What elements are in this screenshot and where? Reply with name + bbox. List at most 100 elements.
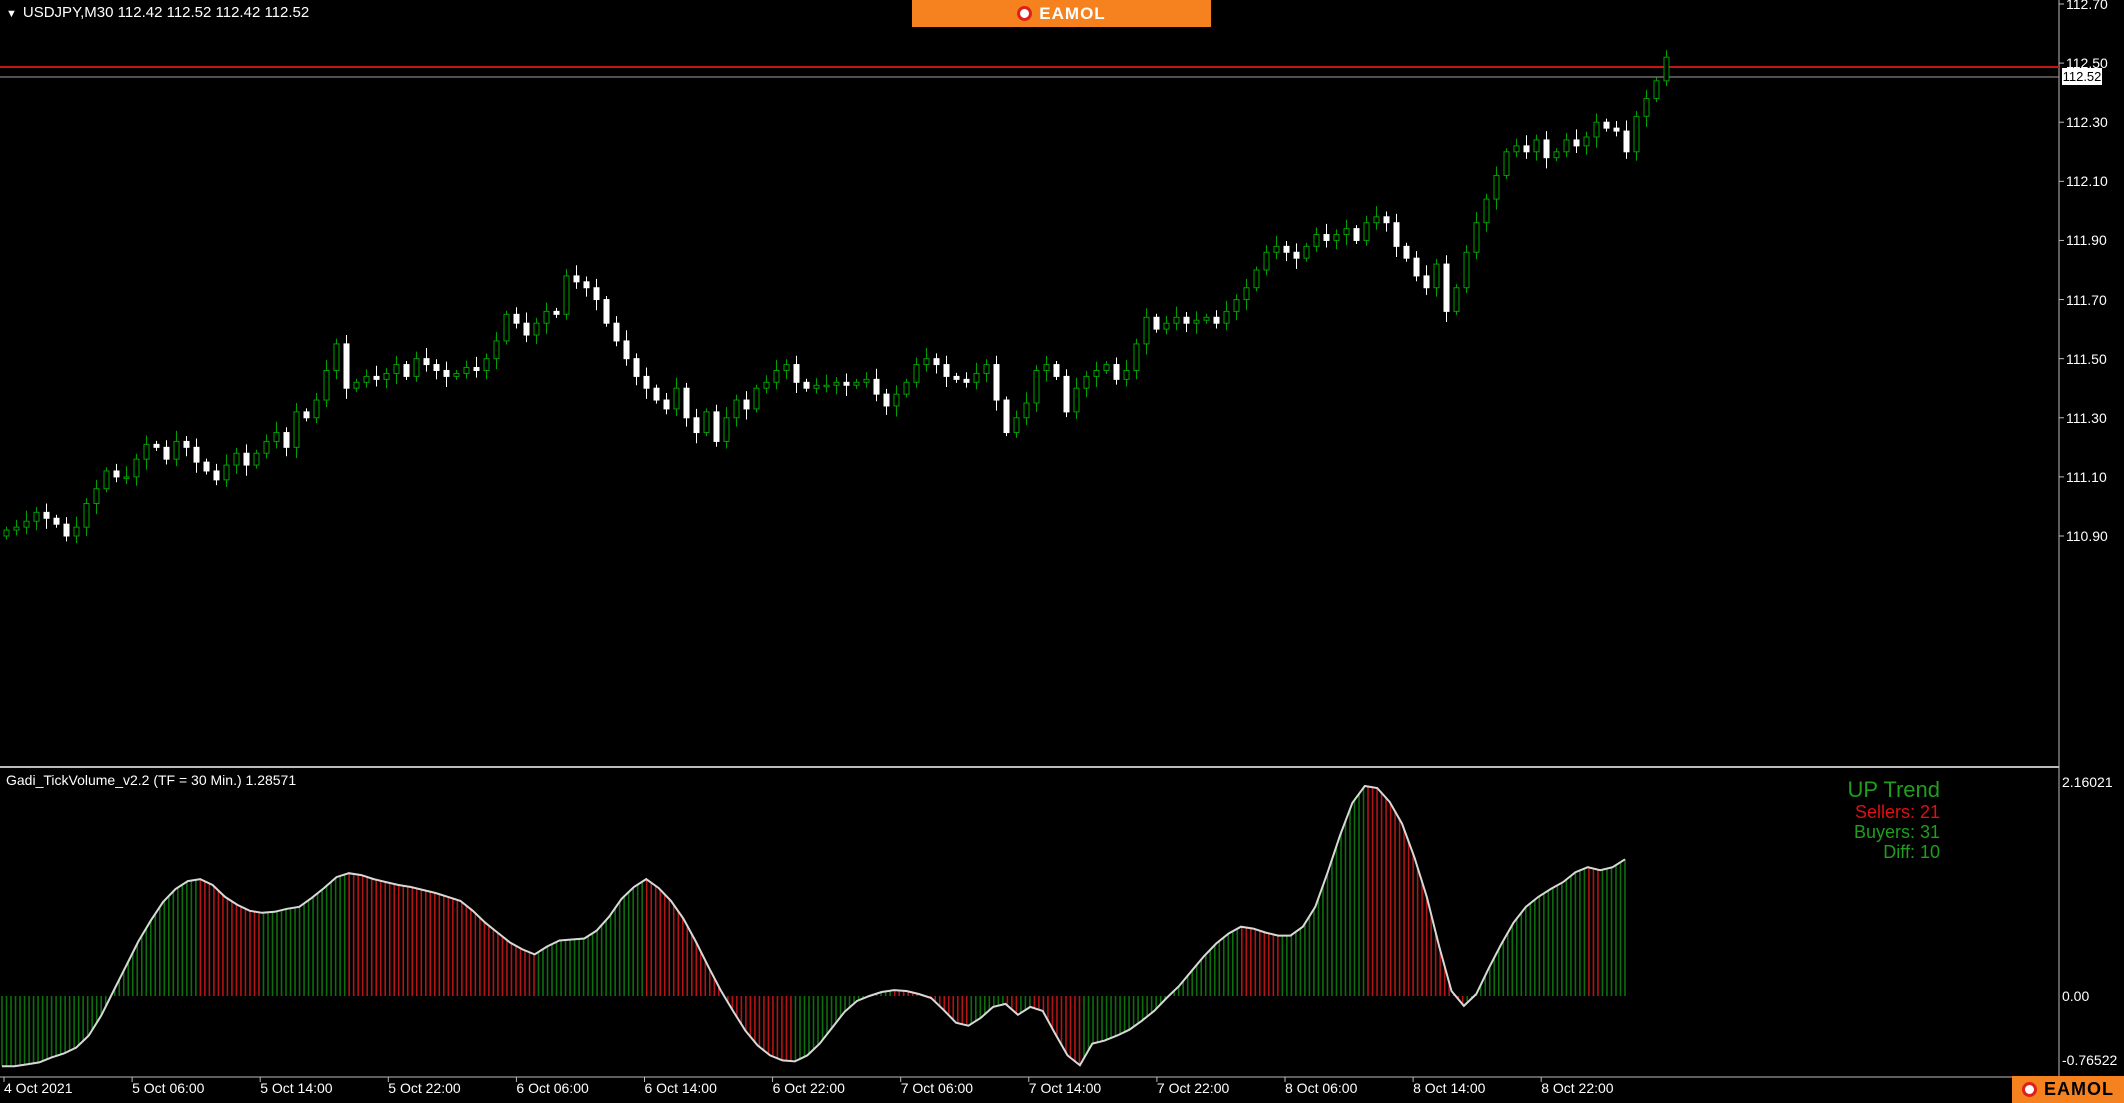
candle-body <box>963 378 970 383</box>
candle-body <box>113 470 120 478</box>
candle-body <box>683 387 690 419</box>
price-axis-label: 111.70 <box>2066 291 2107 308</box>
candle-body <box>983 364 990 374</box>
candle-body <box>443 369 450 377</box>
candle-body <box>783 364 790 371</box>
candle-body <box>1253 269 1260 289</box>
candle-body <box>1353 228 1360 241</box>
candle-body <box>543 310 550 324</box>
candle-body <box>63 523 70 537</box>
trend-panel: UP Trend Sellers: 21 Buyers: 31 Diff: 10 <box>1847 777 1940 863</box>
candle-body <box>1623 130 1630 153</box>
candle-body <box>1363 222 1370 241</box>
time-axis-label: 4 Oct 2021 <box>4 1080 73 1096</box>
candle-body <box>743 399 750 410</box>
price-axis-label: 112.30 <box>2066 114 2108 131</box>
candle-body <box>313 399 320 419</box>
symbol-header-text: USDJPY,M30 112.42 112.52 112.42 112.52 <box>22 4 310 21</box>
indicator-header: Gadi_TickVolume_v2.2 (TF = 30 Min.) 1.28… <box>6 772 297 788</box>
candle-body <box>903 381 910 395</box>
candle-body <box>463 367 470 374</box>
candle-body <box>703 411 710 434</box>
candle-body <box>663 399 670 410</box>
candle-body <box>673 387 680 410</box>
indicator-axis-label: 0.00 <box>2062 988 2090 1004</box>
candle-body <box>1173 316 1180 324</box>
candle-body <box>1503 151 1510 176</box>
brand-banner[interactable]: EAMOL <box>912 0 1211 27</box>
candle-body <box>973 372 980 383</box>
candle-body <box>1493 174 1500 200</box>
candle-body <box>423 358 430 366</box>
candle-body <box>133 458 140 478</box>
candle-body <box>303 411 310 419</box>
candle-body <box>1103 364 1110 371</box>
candle-body <box>513 313 520 324</box>
candle-body <box>433 364 440 371</box>
candle-body <box>503 313 510 342</box>
candle-body <box>1533 139 1540 153</box>
dropdown-triangle-icon[interactable]: ▼ <box>6 8 17 20</box>
candle-body <box>193 446 200 463</box>
brand-logo-icon-small <box>2022 1082 2037 1097</box>
candle-body <box>1643 98 1650 117</box>
trend-title: UP Trend <box>1847 777 1940 802</box>
candle-body <box>1203 316 1210 321</box>
trend-buyers: Buyers: 31 <box>1853 822 1940 842</box>
indicator-axis-label: -0.76522 <box>2062 1052 2118 1068</box>
candle-body <box>1143 316 1150 345</box>
time-axis-label: 8 Oct 06:00 <box>1285 1080 1358 1096</box>
candle-body <box>263 440 270 454</box>
candle-body <box>1123 369 1130 380</box>
candle-body <box>23 520 30 528</box>
time-axis-label: 5 Oct 06:00 <box>132 1080 205 1096</box>
candle-body <box>623 340 630 360</box>
candle-body <box>723 417 730 442</box>
indicator-axis-label: 2.16021 <box>2062 774 2113 790</box>
candle-body <box>173 440 180 460</box>
candle-body <box>1563 139 1570 153</box>
candle-body <box>103 470 110 490</box>
candle-body <box>13 526 20 531</box>
candle-body <box>73 526 80 537</box>
chart-canvas[interactable] <box>0 0 2124 1103</box>
candle-body <box>153 443 160 448</box>
candle-body <box>873 378 880 395</box>
brand-watermark: EAMOL <box>2012 1076 2124 1103</box>
price-axis-label: 111.90 <box>2066 232 2107 249</box>
candle-body <box>1483 198 1490 224</box>
candle-body <box>1583 136 1590 147</box>
candle-body <box>473 367 480 371</box>
candle-body <box>1183 316 1190 324</box>
candle-body <box>333 343 340 371</box>
candlestick-series[interactable] <box>3 50 1670 544</box>
candle-body <box>143 443 150 460</box>
candle-body <box>893 393 900 407</box>
candle-body <box>1073 387 1080 413</box>
candle-body <box>643 375 650 389</box>
price-axis-label: 110.90 <box>2066 528 2108 544</box>
brand-label: EAMOL <box>1039 3 1106 23</box>
candle-body <box>593 287 600 301</box>
price-axis-label: 111.30 <box>2066 409 2107 426</box>
candle-body <box>1223 310 1230 324</box>
candle-body <box>733 399 740 419</box>
candle-body <box>413 358 420 377</box>
candle-body <box>233 452 240 466</box>
candle-body <box>373 375 380 380</box>
candle-body <box>533 322 540 336</box>
time-axis-label: 5 Oct 14:00 <box>260 1080 333 1096</box>
candle-body <box>1293 251 1300 259</box>
candle-body <box>1433 263 1440 289</box>
candle-body <box>1113 364 1120 380</box>
candle-body <box>1663 56 1670 82</box>
candle-body <box>863 378 870 383</box>
candle-body <box>1543 139 1550 159</box>
symbol-header[interactable]: ▼ USDJPY,M30 112.42 112.52 112.42 112.52 <box>6 4 309 21</box>
candle-body <box>1043 364 1050 371</box>
candle-body <box>213 470 220 481</box>
candle-body <box>453 372 460 377</box>
candle-body <box>633 358 640 377</box>
candle-body <box>1403 245 1410 259</box>
time-axis-label: 5 Oct 22:00 <box>388 1080 461 1096</box>
